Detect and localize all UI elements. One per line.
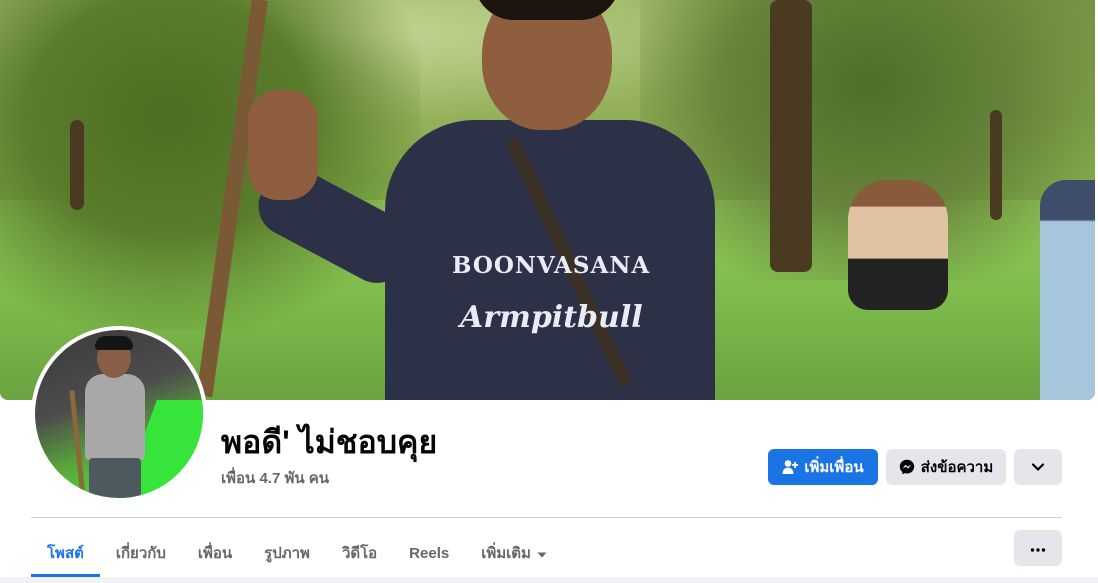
profile-name: พอดี' ไม่ชอบคุย <box>221 424 438 460</box>
friends-count-link[interactable]: เพื่อน 4.7 พัน คน <box>221 466 329 490</box>
avatar-body <box>85 374 145 460</box>
profile-tabs: โพสต์ เกี่ยวกับ เพื่อน รูปภาพ วิดีโอ Ree… <box>31 529 563 577</box>
tab-overflow-button[interactable] <box>1014 530 1062 566</box>
tab-more[interactable]: เพิ่มเติม <box>465 529 563 577</box>
cover-shirt-script: Armpitbull <box>460 300 643 335</box>
cover-background-person <box>848 180 948 310</box>
tab-photos[interactable]: รูปภาพ <box>248 529 326 577</box>
caret-down-icon <box>537 545 547 562</box>
add-friend-label: เพิ่มเพื่อน <box>804 459 864 476</box>
ellipsis-icon <box>1030 539 1046 557</box>
tab-label: เพิ่มเติม <box>481 545 531 562</box>
cover-tree-left <box>0 0 420 330</box>
messenger-icon <box>899 459 915 475</box>
tab-reels[interactable]: Reels <box>393 529 465 577</box>
tab-about[interactable]: เกี่ยวกับ <box>100 529 182 577</box>
profile-more-button[interactable] <box>1014 449 1062 485</box>
cover-trunk <box>770 0 812 272</box>
tab-label: วิดีโอ <box>341 545 378 562</box>
tab-friends[interactable]: เพื่อน <box>182 529 248 577</box>
avatar-hair <box>95 336 133 350</box>
profile-picture[interactable] <box>31 326 207 502</box>
tab-label: เพื่อน <box>197 545 233 562</box>
tab-videos[interactable]: วิดีโอ <box>326 529 393 577</box>
tab-posts[interactable]: โพสต์ <box>31 529 100 577</box>
add-friend-icon <box>782 459 799 475</box>
cover-trunk <box>990 110 1002 220</box>
page-background <box>0 577 1098 583</box>
tab-label: โพสต์ <box>47 545 84 562</box>
cover-side-person <box>1040 180 1095 400</box>
cover-trunk <box>70 120 84 210</box>
cover-shirt-text: BOONVASANA <box>452 252 651 279</box>
cover-person-hand <box>248 90 318 200</box>
message-button[interactable]: ส่งข้อความ <box>886 449 1006 485</box>
chevron-down-icon <box>1031 462 1045 472</box>
avatar <box>35 330 203 498</box>
tab-label: รูปภาพ <box>264 545 310 562</box>
message-label: ส่งข้อความ <box>920 459 994 476</box>
header-divider <box>31 517 1062 518</box>
avatar-cue <box>69 390 86 498</box>
tab-label: เกี่ยวกับ <box>115 545 166 562</box>
add-friend-button[interactable]: เพิ่มเพื่อน <box>768 449 878 485</box>
tab-label: Reels <box>409 544 450 562</box>
avatar-legs <box>89 458 141 498</box>
